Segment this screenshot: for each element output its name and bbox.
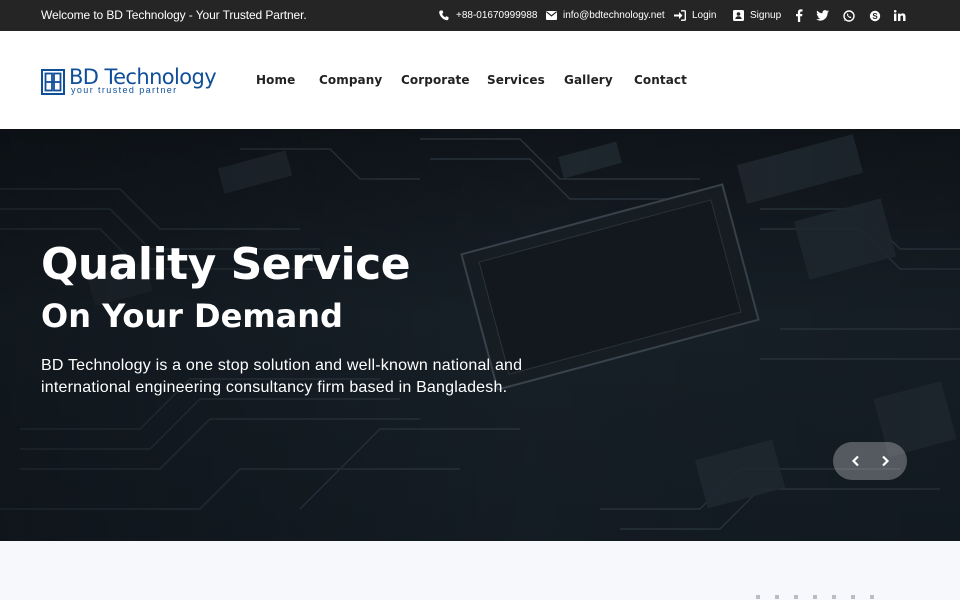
skype-icon: S bbox=[868, 9, 881, 22]
hero-description: BD Technology is a one stop solution and… bbox=[41, 357, 523, 396]
hero-title: Quality Service bbox=[41, 239, 411, 290]
nav-company[interactable]: Company bbox=[319, 73, 382, 87]
dot bbox=[870, 595, 874, 599]
signup-label: Signup bbox=[750, 10, 782, 21]
dot bbox=[775, 595, 779, 599]
slider-next-button[interactable] bbox=[874, 450, 896, 472]
twitter-link[interactable] bbox=[816, 0, 829, 31]
slider-prev-button[interactable] bbox=[845, 450, 867, 472]
skype-link[interactable]: S bbox=[868, 0, 881, 31]
user-plus-icon bbox=[732, 10, 744, 22]
chevron-right-icon bbox=[881, 455, 889, 467]
nav-gallery[interactable]: Gallery bbox=[564, 73, 613, 87]
sign-in-icon bbox=[674, 10, 686, 22]
hero-subtitle: On Your Demand bbox=[41, 297, 343, 335]
dot bbox=[813, 595, 817, 599]
email-address: info@bdtechnology.net bbox=[563, 10, 665, 21]
logo-tagline: your trusted partner bbox=[71, 85, 178, 95]
phone-icon bbox=[438, 10, 450, 22]
login-label: Login bbox=[692, 10, 717, 21]
whatsapp-icon bbox=[842, 9, 855, 22]
chevron-left-icon bbox=[851, 455, 859, 467]
nav-services[interactable]: Services bbox=[487, 73, 545, 87]
dot bbox=[756, 595, 760, 599]
facebook-link[interactable] bbox=[792, 0, 805, 31]
decorative-dots bbox=[756, 595, 874, 599]
hero-overlay bbox=[0, 129, 960, 541]
phone-number: +88-01670999988 bbox=[456, 10, 538, 21]
whatsapp-link[interactable] bbox=[842, 0, 855, 31]
signup-link[interactable]: Signup bbox=[732, 0, 781, 31]
nav-contact[interactable]: Contact bbox=[634, 73, 687, 87]
linkedin-link[interactable] bbox=[893, 0, 906, 31]
login-link[interactable]: Login bbox=[674, 0, 716, 31]
logo-mark-icon bbox=[41, 69, 65, 95]
svg-text:S: S bbox=[872, 11, 878, 20]
facebook-icon bbox=[792, 9, 805, 22]
site-header: BD Technology your trusted partner Home … bbox=[0, 31, 960, 129]
linkedin-icon bbox=[893, 9, 906, 22]
hero-slider: Quality Service On Your Demand BD Techno… bbox=[0, 129, 960, 541]
nav-home[interactable]: Home bbox=[256, 73, 295, 87]
top-bar: Welcome to BD Technology - Your Trusted … bbox=[0, 0, 960, 31]
slider-controls bbox=[833, 442, 907, 480]
twitter-icon bbox=[816, 9, 829, 22]
content-section bbox=[0, 541, 960, 600]
dot bbox=[794, 595, 798, 599]
welcome-text: Welcome to BD Technology - Your Trusted … bbox=[41, 8, 307, 22]
email-contact[interactable]: info@bdtechnology.net bbox=[545, 0, 665, 31]
dot bbox=[851, 595, 855, 599]
nav-corporate[interactable]: Corporate bbox=[401, 73, 470, 87]
dot bbox=[832, 595, 836, 599]
phone-contact[interactable]: +88-01670999988 bbox=[438, 0, 537, 31]
envelope-icon bbox=[545, 10, 557, 22]
brand-logo[interactable]: BD Technology your trusted partner bbox=[41, 65, 217, 96]
